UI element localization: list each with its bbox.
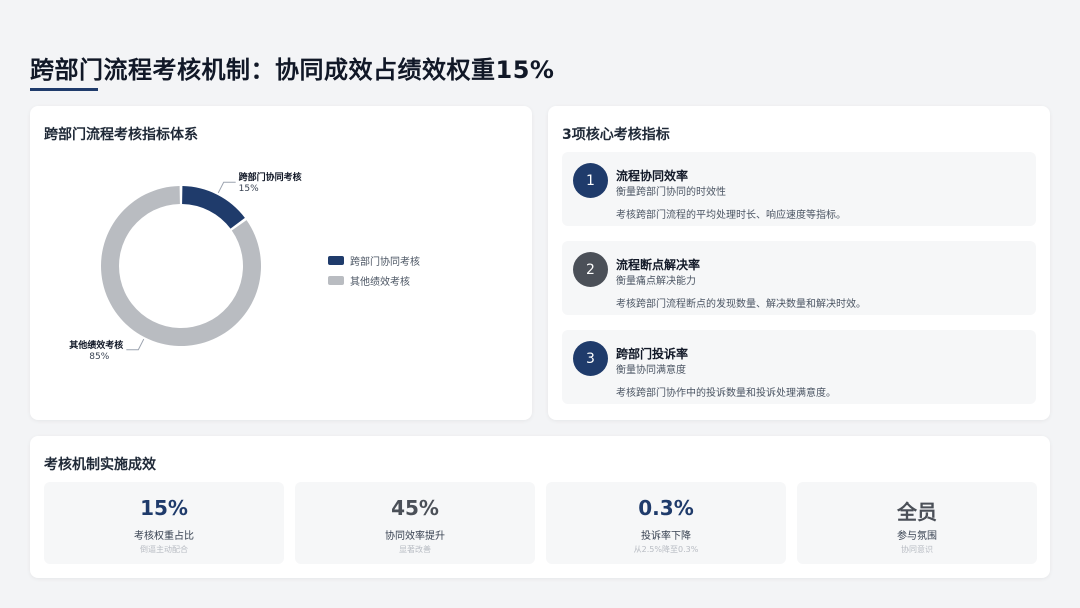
donut-slice-cross-dept [182, 186, 245, 229]
legend-label-other: 其他绩效考核 [350, 276, 410, 288]
stat-label: 投诉率下降 [641, 531, 691, 542]
legend-swatch-cross-dept [328, 255, 344, 265]
slice-label-cross-dept: 跨部门协同考核 [239, 171, 302, 183]
metric-description: 考核跨部门流程断点的发现数量、解决数量和解决时效。 [616, 299, 866, 310]
stat-value: 0.3% [638, 496, 694, 520]
stat-participation: 全员 参与氛围 协同意识 [797, 482, 1037, 564]
stat-value: 45% [391, 496, 439, 520]
donut-chart: 跨部门协同考核15% 其他绩效考核85% [69, 171, 302, 362]
metric-subtitle: 衡量协同满意度 [616, 365, 686, 376]
page-title: 跨部门流程考核机制：协同成效占绩效权重15% [30, 56, 555, 84]
metric-number-badge: 1 [573, 163, 608, 198]
legend-swatch-other [328, 275, 344, 285]
chart-legend: 跨部门协同考核 其他绩效考核 [328, 250, 420, 290]
title-underline [30, 88, 98, 91]
stat-weight: 15% 考核权重占比 倒逼主动配合 [44, 482, 284, 564]
slice-value-other: 85% [89, 352, 109, 362]
slice-label-other: 其他绩效考核 [69, 339, 123, 351]
legend-label-cross-dept: 跨部门协同考核 [350, 256, 420, 268]
legend-item-other: 其他绩效考核 [328, 270, 420, 290]
metric-subtitle: 衡量痛点解决能力 [616, 276, 696, 287]
stat-label: 协同效率提升 [385, 531, 445, 542]
metric-name: 流程协同效率 [616, 169, 689, 183]
stat-note: 显著改善 [399, 545, 431, 554]
core-metrics-title: 3项核心考核指标 [562, 127, 670, 143]
slice-value-cross-dept: 15% [239, 184, 259, 194]
metric-number-badge: 2 [573, 252, 608, 287]
indicator-system-card: 跨部门流程考核指标体系 跨部门协同考核 15% 其他绩效考核 85% 跨部门协同考核 … [30, 106, 532, 420]
metric-number-badge: 3 [573, 341, 608, 376]
leader-line-cross-dept [217, 181, 236, 194]
metric-name: 流程断点解决率 [616, 258, 701, 272]
stat-value: 15% [140, 496, 188, 520]
stat-note: 倒逼主动配合 [140, 545, 188, 554]
metric-item: 3 跨部门投诉率 衡量协同满意度 考核跨部门协作中的投诉数量和投诉处理满意度。 [562, 330, 1036, 404]
stat-label: 考核权重占比 [134, 531, 194, 542]
metric-description: 考核跨部门流程的平均处理时长、响应速度等指标。 [616, 210, 846, 221]
results-title: 考核机制实施成效 [44, 457, 156, 473]
leader-line-other [126, 338, 145, 351]
metric-description: 考核跨部门协作中的投诉数量和投诉处理满意度。 [616, 388, 836, 399]
stat-complaint: 0.3% 投诉率下降 从2.5%降至0.3% [546, 482, 786, 564]
core-metrics-card: 3项核心考核指标 1 流程协同效率 衡量跨部门协同的时效性 考核跨部门流程的平均… [548, 106, 1050, 420]
legend-item-cross-dept: 跨部门协同考核 [328, 250, 420, 270]
stat-value: 全员 [897, 500, 937, 524]
results-card: 考核机制实施成效 15% 考核权重占比 倒逼主动配合 45% 协同效率提升 显著… [30, 436, 1050, 578]
metric-item: 1 流程协同效率 衡量跨部门协同的时效性 考核跨部门流程的平均处理时长、响应速度… [562, 152, 1036, 226]
stat-efficiency: 45% 协同效率提升 显著改善 [295, 482, 535, 564]
stat-label: 参与氛围 [897, 531, 937, 542]
stat-note: 协同意识 [901, 545, 933, 554]
metric-item: 2 流程断点解决率 衡量痛点解决能力 考核跨部门流程断点的发现数量、解决数量和解… [562, 241, 1036, 315]
metric-name: 跨部门投诉率 [616, 347, 689, 361]
metric-subtitle: 衡量跨部门协同的时效性 [616, 187, 726, 198]
stat-note: 从2.5%降至0.3% [633, 545, 699, 554]
